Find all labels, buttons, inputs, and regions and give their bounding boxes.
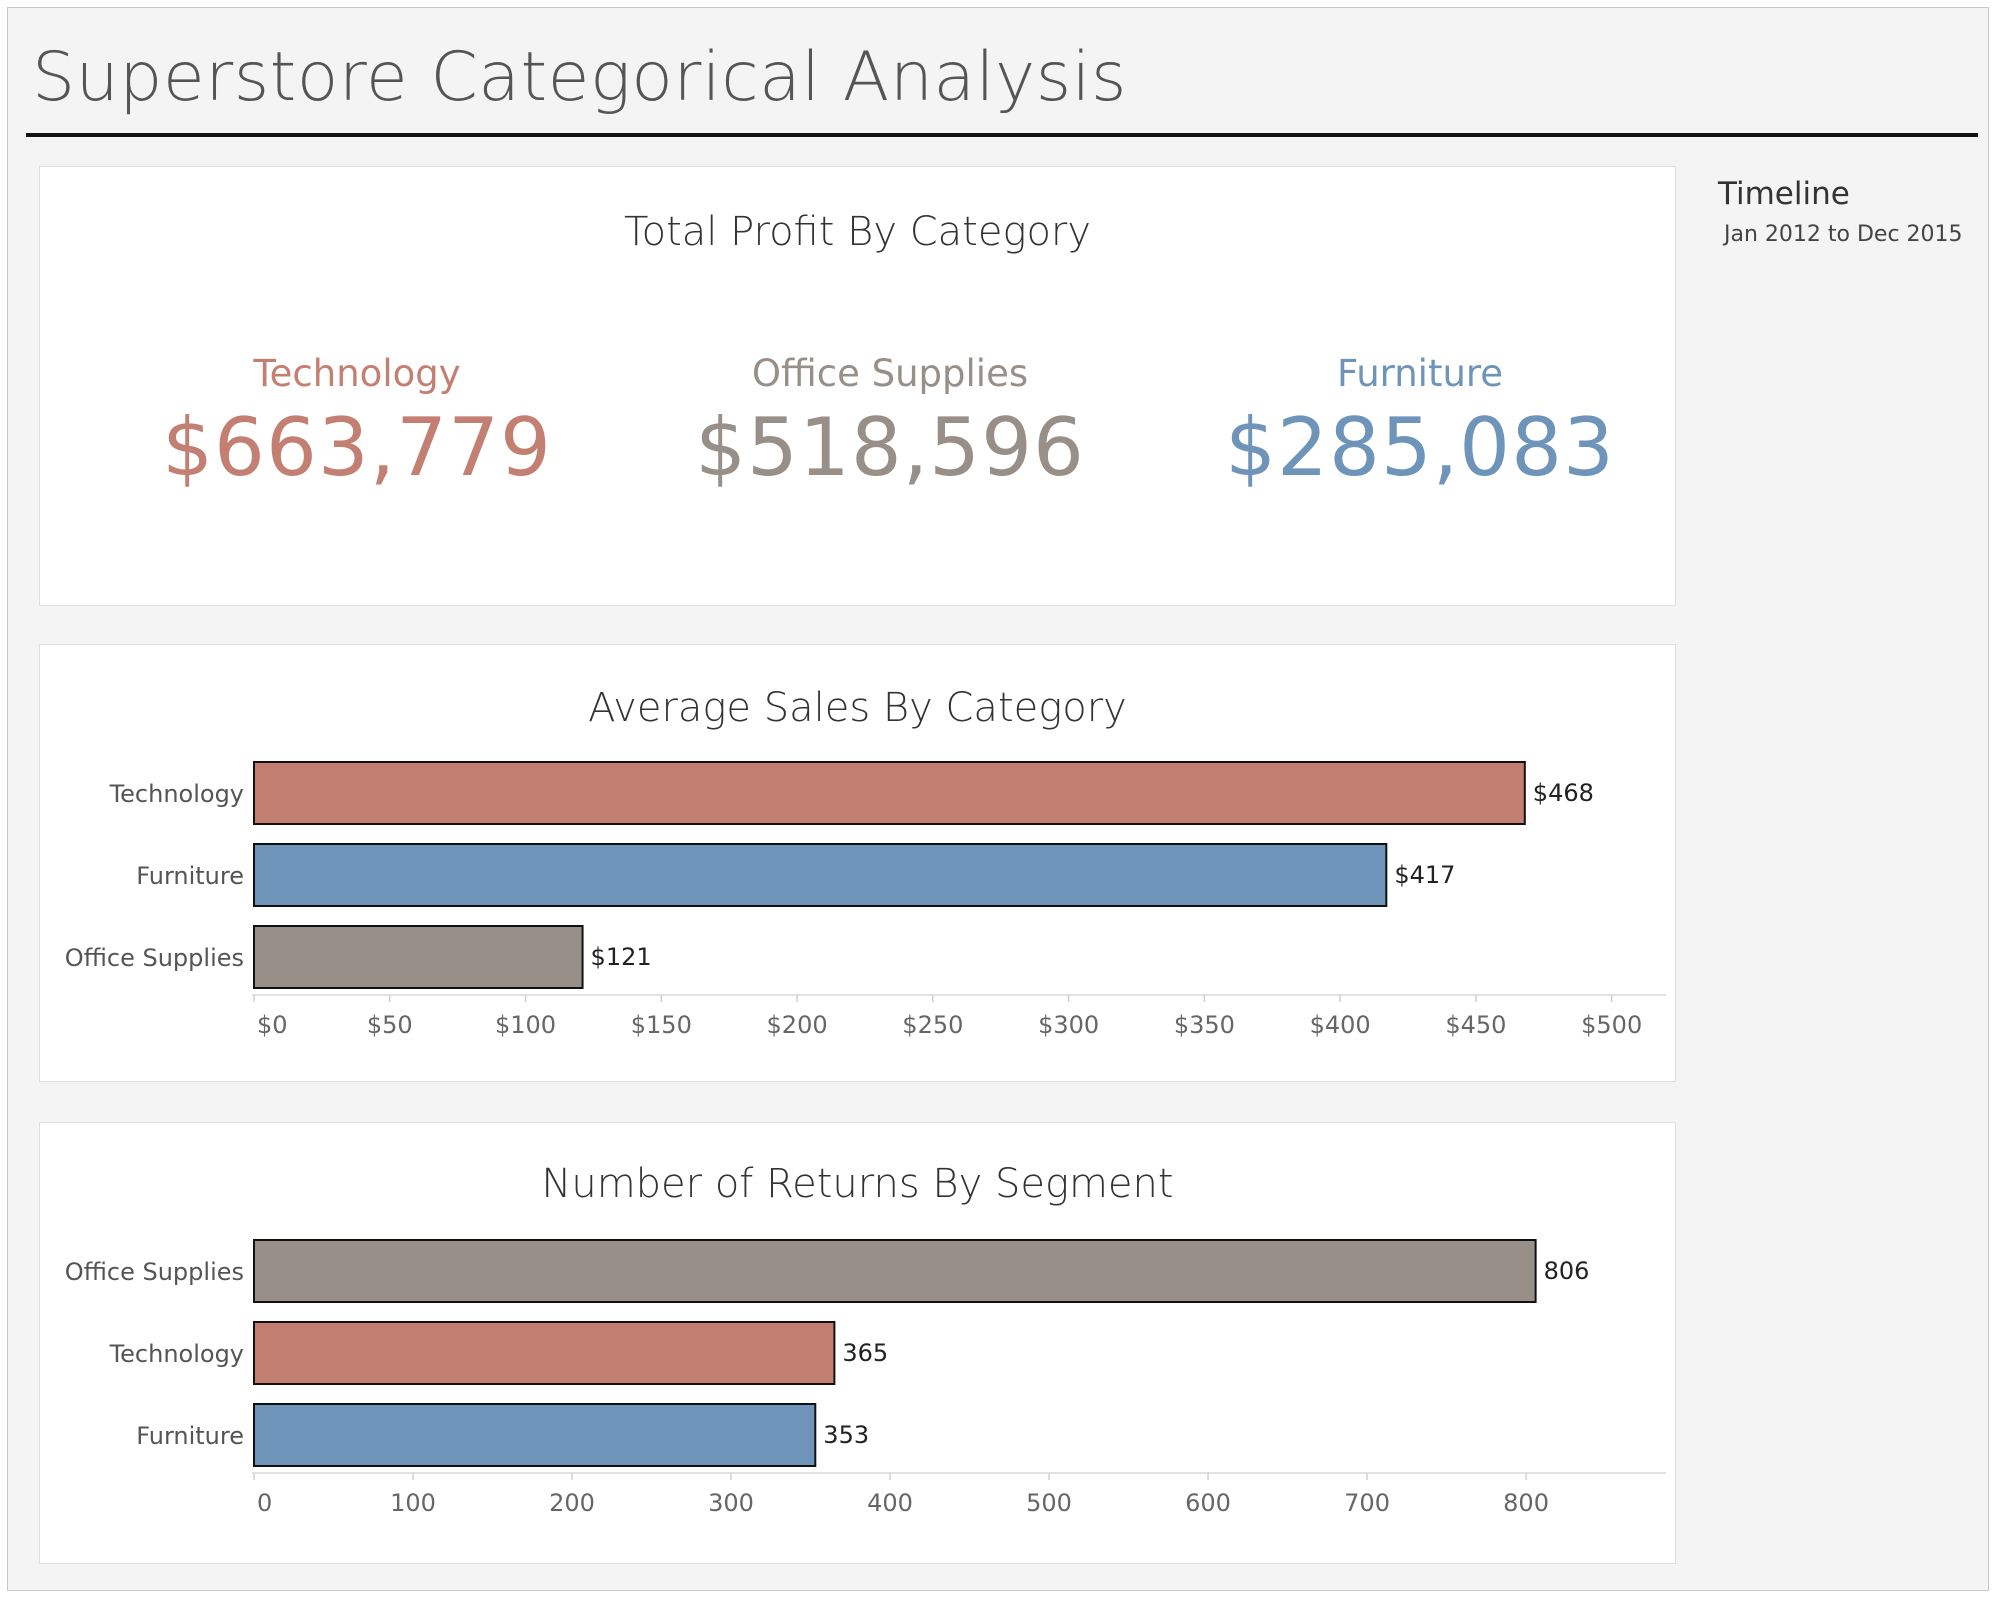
returns-bar-furniture [253,1403,817,1467]
kpi-office-supplies-label: Office Supplies [751,352,1029,395]
returns-bar-chart: Office Supplies 806 Technology 365 Furniture… [65,1239,1666,1517]
sales-x-tick-label: $400 [1310,1011,1371,1039]
profit-panel-title: Total Profit By Category [623,209,1092,255]
kpi-furniture-value: $285,083 [1225,401,1615,494]
returns-category-label: Office Supplies [65,1258,244,1286]
returns-x-tick-label: 400 [867,1489,913,1517]
sales-bar-furniture [253,843,1388,907]
sales-x-tick-label: $350 [1174,1011,1235,1039]
kpi-office-supplies: Office Supplies $518,596 [640,352,1140,494]
page-title: Superstore Categorical Analysis [32,38,1127,117]
sales-x-tick-label: $150 [631,1011,692,1039]
sales-data-label: $121 [591,943,652,971]
returns-bar-office-supplies [253,1239,1537,1303]
sales-x-tick-label: $200 [767,1011,828,1039]
sales-bar-office-supplies [253,925,584,989]
kpi-furniture: Furniture $285,083 [1170,352,1670,494]
sales-x-tick-label: $500 [1581,1011,1642,1039]
returns-x-tick-label: 600 [1185,1489,1231,1517]
returns-bar-technology [253,1321,836,1385]
sales-x-tick-label: $450 [1445,1011,1506,1039]
returns-x-tick-label: 800 [1503,1489,1549,1517]
kpi-office-supplies-value: $518,596 [695,401,1085,494]
returns-panel: Number of Returns By Segment Office Supp… [39,1122,1676,1564]
returns-x-tick-label: 200 [549,1489,595,1517]
returns-x-tick-label: 500 [1026,1489,1072,1517]
sales-data-label: $468 [1533,779,1594,807]
returns-x-tick-label: 100 [390,1489,436,1517]
sales-x-tick-label: $250 [902,1011,963,1039]
sales-bar-chart: Technology $468 Furniture $417 Office Suppli… [65,761,1666,1039]
sales-bar-technology [253,761,1526,825]
kpi-technology-value: $663,779 [162,401,552,494]
sales-category-label: Furniture [136,862,244,890]
sales-data-label: $417 [1394,861,1455,889]
returns-data-label: 806 [1544,1257,1590,1285]
returns-x-tick-label: 0 [257,1489,272,1517]
sales-panel: Average Sales By Category Technology $468… [39,644,1676,1082]
timeline-range: Jan 2012 to Dec 2015 [1724,222,1963,247]
returns-x-tick-label: 700 [1344,1489,1390,1517]
kpi-technology-label: Technology [253,352,461,395]
sales-x-tick-label: $300 [1038,1011,1099,1039]
timeline-title: Timeline [1718,176,1850,212]
sales-category-label: Office Supplies [65,944,244,972]
sales-x-tick-label: $100 [495,1011,556,1039]
profit-panel: Total Profit By Category Technology $663… [39,166,1676,606]
returns-category-label: Technology [109,1340,244,1368]
sales-category-label: Technology [109,780,244,808]
returns-data-label: 365 [842,1339,888,1367]
dashboard: Superstore Categorical Analysis Total Pr… [7,7,1989,1591]
sales-x-tick-label: $0 [257,1011,288,1039]
sales-x-tick-label: $50 [367,1011,413,1039]
returns-data-label: 353 [823,1421,869,1449]
kpi-technology: Technology $663,779 [107,352,607,494]
returns-category-label: Furniture [136,1422,244,1450]
title-divider [26,133,1978,137]
kpi-furniture-label: Furniture [1336,352,1504,395]
timeline-filter[interactable]: Timeline Jan 2012 to Dec 2015 [1718,176,1963,247]
returns-x-tick-label: 300 [708,1489,754,1517]
